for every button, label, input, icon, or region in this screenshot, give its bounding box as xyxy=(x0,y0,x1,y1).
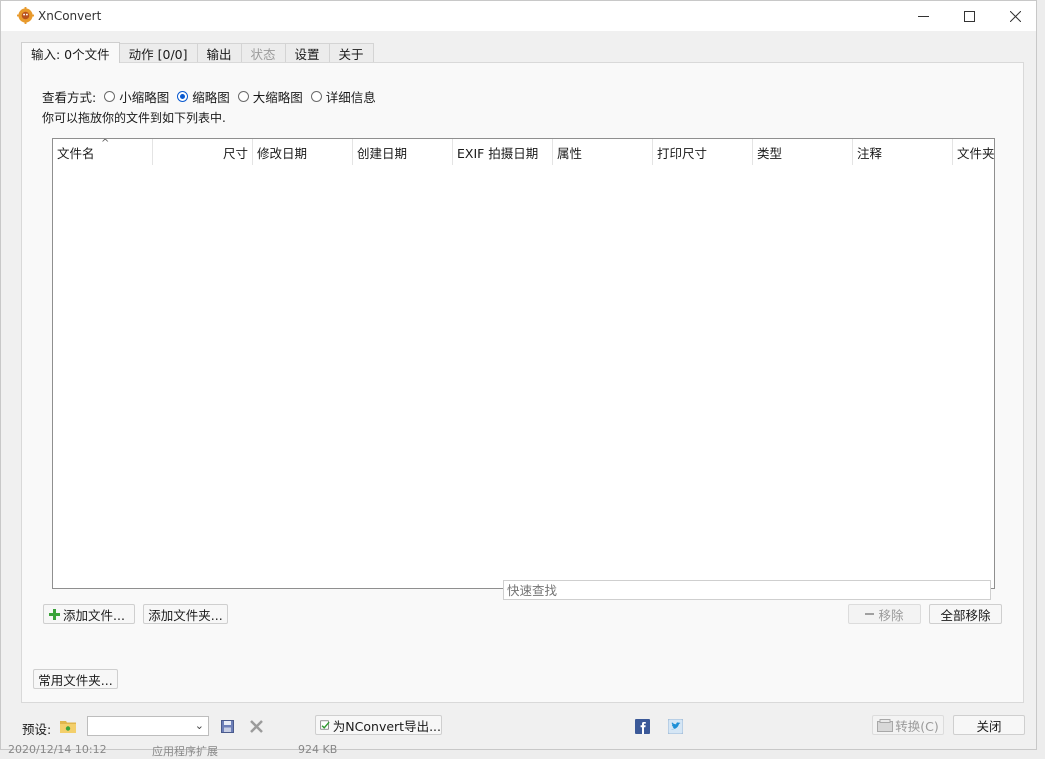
sort-ascending-icon: ^ xyxy=(101,138,110,149)
file-list[interactable]: 文件名 ^ 尺寸 修改日期 创建日期 EXIF 拍摄日期 属性 打印尺寸 类型 … xyxy=(52,138,995,589)
convert-icon xyxy=(877,718,894,732)
delete-icon xyxy=(249,719,263,733)
column-folder[interactable]: 文件夹 xyxy=(953,139,994,165)
close-window-button[interactable] xyxy=(992,1,1038,31)
title-bar[interactable]: XnConvert xyxy=(1,1,1036,31)
favorite-folders-button[interactable]: 常用文件夹... xyxy=(33,669,118,689)
export-nconvert-button[interactable]: 为NConvert导出... xyxy=(315,715,442,735)
minus-icon xyxy=(865,613,875,615)
column-attributes[interactable]: 属性 xyxy=(553,139,653,165)
twitter-button[interactable] xyxy=(667,718,683,734)
radio-details-label[interactable]: 详细信息 xyxy=(326,87,376,106)
delete-preset-button[interactable] xyxy=(248,718,264,734)
close-icon xyxy=(1009,10,1021,22)
column-exif-date[interactable]: EXIF 拍摄日期 xyxy=(453,139,553,165)
column-filename-label: 文件名 xyxy=(57,145,95,161)
remove-all-button[interactable]: 全部移除 xyxy=(929,604,1002,624)
radio-small-thumbnails-label[interactable]: 小缩略图 xyxy=(119,87,169,106)
convert-label: 转换(C) xyxy=(895,718,939,734)
tab-actions[interactable]: 动作 [0/0] xyxy=(118,43,198,62)
close-button[interactable]: 关闭 xyxy=(953,715,1025,735)
tab-settings[interactable]: 设置 xyxy=(284,43,330,62)
tab-about[interactable]: 关于 xyxy=(328,43,374,62)
radio-large-thumbnails-label[interactable]: 大缩略图 xyxy=(253,87,303,106)
convert-button: 转换(C) xyxy=(872,715,944,735)
facebook-button[interactable] xyxy=(634,718,650,734)
xnconvert-window: XnConvert 输入: 0个文件 动作 [0/0] 输出 状态 设置 关于 … xyxy=(0,0,1037,750)
window-title: XnConvert xyxy=(38,9,102,23)
facebook-icon xyxy=(634,718,650,734)
column-print-size[interactable]: 打印尺寸 xyxy=(653,139,753,165)
twitter-icon xyxy=(667,718,683,734)
column-created-date[interactable]: 创建日期 xyxy=(353,139,453,165)
quick-search-input[interactable] xyxy=(503,580,991,600)
minimize-button[interactable] xyxy=(900,1,946,31)
folder-icon xyxy=(60,721,76,733)
column-filename[interactable]: 文件名 ^ xyxy=(53,139,153,165)
maximize-icon xyxy=(963,10,975,22)
background-file-date: 2020/12/14 10:12 xyxy=(8,743,107,756)
minimize-icon xyxy=(917,15,929,17)
view-mode-label: 查看方式: xyxy=(42,90,97,105)
add-folder-button[interactable]: 添加文件夹... xyxy=(143,604,228,624)
column-comment[interactable]: 注释 xyxy=(853,139,953,165)
column-modified-date[interactable]: 修改日期 xyxy=(253,139,353,165)
add-files-label: 添加文件... xyxy=(63,607,125,623)
tab-bar: 输入: 0个文件 动作 [0/0] 输出 状态 设置 关于 xyxy=(21,42,374,63)
preset-label: 预设: xyxy=(22,722,52,737)
radio-thumbnails-label[interactable]: 缩略图 xyxy=(192,87,230,106)
tab-status: 状态 xyxy=(240,43,286,62)
radio-large-thumbnails[interactable] xyxy=(237,91,249,102)
drop-hint: 你可以拖放你的文件到如下列表中. xyxy=(42,111,226,125)
add-icon xyxy=(49,608,60,620)
radio-small-thumbnails[interactable] xyxy=(104,91,116,102)
view-mode-group: 查看方式: 小缩略图 缩略图 大缩略图 详细信息 xyxy=(42,87,376,106)
radio-thumbnails[interactable] xyxy=(177,91,189,102)
input-panel: 查看方式: 小缩略图 缩略图 大缩略图 详细信息 你可以拖放你的文件到如下列表中… xyxy=(21,62,1024,703)
maximize-button[interactable] xyxy=(946,1,992,31)
list-header: 文件名 ^ 尺寸 修改日期 创建日期 EXIF 拍摄日期 属性 打印尺寸 类型 … xyxy=(53,139,994,165)
xnconvert-logo-icon xyxy=(17,7,34,24)
preset-select[interactable]: ⌄ xyxy=(87,716,209,736)
remove-label: 移除 xyxy=(878,607,904,623)
remove-button: 移除 xyxy=(848,604,921,624)
chevron-down-icon: ⌄ xyxy=(194,719,204,732)
save-preset-button[interactable] xyxy=(219,718,235,734)
background-file-size: 924 KB xyxy=(298,743,338,756)
column-size[interactable]: 尺寸 xyxy=(153,139,253,165)
column-type[interactable]: 类型 xyxy=(753,139,853,165)
background-file-type: 应用程序扩展 xyxy=(152,745,218,758)
export-script-icon xyxy=(320,720,330,730)
tab-output[interactable]: 输出 xyxy=(196,43,242,62)
background-file-row: 2020/12/14 10:12 应用程序扩展 924 KB xyxy=(0,743,1045,758)
tab-input[interactable]: 输入: 0个文件 xyxy=(21,42,120,63)
open-preset-button[interactable] xyxy=(60,718,76,734)
radio-details[interactable] xyxy=(310,91,322,102)
export-nconvert-label: 为NConvert导出... xyxy=(332,718,441,734)
add-files-button[interactable]: 添加文件... xyxy=(43,604,135,624)
save-icon xyxy=(220,719,234,733)
